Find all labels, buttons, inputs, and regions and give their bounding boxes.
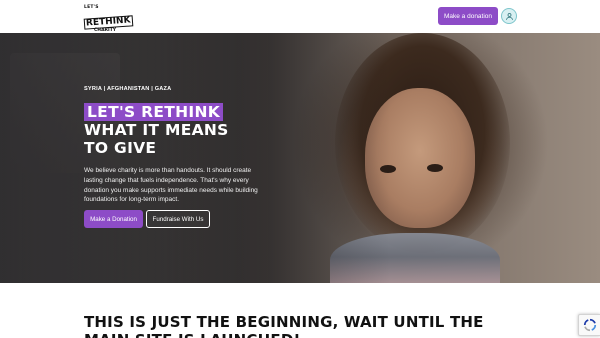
make-donation-header-button[interactable]: Make a donation <box>438 7 498 25</box>
hero-description: We believe charity is more than handouts… <box>84 167 258 204</box>
fundraise-with-us-button[interactable]: Fundraise With Us <box>146 210 210 228</box>
launch-heading: THIS IS JUST THE BEGINNING, WAIT UNTIL T… <box>84 313 484 338</box>
recaptcha-icon <box>583 318 596 332</box>
lets-rethink-charity-logo[interactable]: LET'S RETHINK CHARITY <box>83 5 133 32</box>
account-button[interactable] <box>501 8 517 24</box>
recaptcha-badge[interactable] <box>578 314 600 336</box>
make-donation-button[interactable]: Make a Donation <box>84 210 143 228</box>
hero-title-highlight: LET'S RETHINK <box>84 103 224 121</box>
hero-title-line-2: WHAT IT MEANS <box>84 121 229 139</box>
hero-title-line-3: TO GIVE <box>84 139 157 157</box>
site-header: LET'S RETHINK CHARITY Make a donation <box>0 0 600 33</box>
country-list: SYRIA | AFGHANISTAN | GAZA <box>84 86 172 92</box>
hero-title: LET'S RETHINK WHAT IT MEANS TO GIVE <box>84 103 229 157</box>
logo-line-lets: LET'S <box>84 5 99 10</box>
user-icon <box>505 12 513 20</box>
hero-overlay <box>0 33 600 283</box>
logo-line-rethink: RETHINK <box>83 14 133 30</box>
hero-section <box>0 33 600 283</box>
